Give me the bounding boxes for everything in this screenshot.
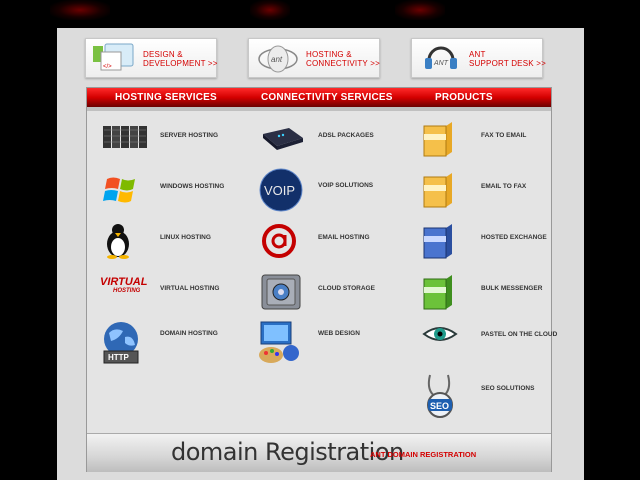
hosting-line2: CONNECTIVITY >>: [306, 59, 380, 68]
hosting-icon: ant: [258, 45, 298, 73]
at-sign-icon: [262, 224, 296, 258]
product-item-label: FAX TO EMAIL: [481, 132, 527, 139]
linux-penguin-icon: [107, 224, 129, 259]
header-divider: [87, 107, 551, 111]
product-item-label: PASTEL ON THE CLOUD: [481, 331, 558, 338]
connectivity-item-label: ADSL PACKAGES: [318, 132, 374, 139]
http-globe-icon: HTTP: [103, 322, 139, 364]
design-line1: DESIGN &: [143, 50, 183, 59]
hosting-connectivity-button[interactable]: ant HOSTING & CONNECTIVITY >>: [248, 38, 380, 78]
http-text: HTTP: [108, 353, 130, 362]
connectivity-item-label: CLOUD STORAGE: [318, 285, 375, 292]
eye-icon: [422, 327, 458, 341]
main-container: </> DESIGN & DEVELOPMENT >> ant HOSTING …: [57, 28, 584, 480]
product-item-label: HOSTED EXCHANGE: [481, 234, 547, 241]
server-rack-icon: [103, 126, 147, 148]
hosting-services-heading: HOSTING SERVICES: [115, 92, 217, 103]
hosting-item-label: LINUX HOSTING: [160, 234, 211, 241]
support-icon: ANT: [425, 46, 457, 69]
voip-text: VOIP: [264, 183, 295, 198]
product-item-label: EMAIL TO FAX: [481, 183, 527, 190]
safe-icon: [261, 274, 301, 310]
product-item-label: SEO SOLUTIONS: [481, 385, 535, 392]
software-box-icon: [423, 224, 452, 259]
support-line1: ANT: [469, 50, 486, 59]
seo-stethoscope-icon: SEO: [427, 374, 453, 418]
support-line2: SUPPORT DESK >>: [469, 59, 546, 68]
hosting-text: HOSTING: [113, 288, 141, 294]
software-box-icon: [423, 275, 452, 310]
web-design-icon: [259, 321, 299, 363]
connectivity-item-label: WEB DESIGN: [318, 330, 360, 337]
ant-domain-registration-link[interactable]: ANT DOMAIN REGISTRATION: [370, 450, 476, 459]
design-icon: </>: [93, 43, 134, 71]
connectivity-item-label: VOIP SOLUTIONS: [318, 182, 374, 189]
adsl-modem-icon: [263, 128, 303, 150]
seo-text: SEO: [430, 401, 449, 411]
hosting-line1: HOSTING &: [306, 50, 352, 59]
domain-registration-bar[interactable]: domain Registration ANT DOMAIN REGISTRAT…: [87, 433, 551, 472]
hosting-item-label: WINDOWS HOSTING: [160, 183, 225, 190]
hosting-item-label: VIRTUAL HOSTING: [160, 285, 220, 292]
hosting-item-label: SERVER HOSTING: [160, 132, 219, 139]
hosting-item-label: DOMAIN HOSTING: [160, 330, 218, 337]
connectivity-services-heading: CONNECTIVITY SERVICES: [261, 92, 393, 103]
voip-globe-icon: VOIP: [259, 168, 303, 212]
software-box-icon: [423, 173, 452, 208]
svg-text:ant: ant: [271, 55, 283, 64]
domain-registration-logo: domain Registration: [171, 438, 404, 466]
virtual-text: VIRTUAL: [100, 276, 148, 288]
software-box-icon: [423, 122, 452, 157]
svg-text:ANT: ANT: [433, 60, 449, 67]
design-development-button[interactable]: </> DESIGN & DEVELOPMENT >>: [85, 38, 217, 78]
svg-text:</>: </>: [103, 64, 112, 70]
windows-logo-icon: [103, 177, 135, 203]
services-panel: HOSTING SERVICES CONNECTIVITY SERVICES P…: [86, 87, 557, 472]
products-heading: PRODUCTS: [435, 92, 493, 103]
support-desk-button[interactable]: ANT ANT SUPPORT DESK >>: [411, 38, 546, 78]
virtual-hosting-icon: VIRTUAL HOSTING: [100, 276, 148, 294]
product-item-label: BULK MESSENGER: [481, 285, 543, 292]
design-line2: DEVELOPMENT >>: [143, 59, 218, 68]
connectivity-item-label: EMAIL HOSTING: [318, 234, 370, 241]
section-header-bar: HOSTING SERVICES CONNECTIVITY SERVICES P…: [87, 88, 551, 107]
